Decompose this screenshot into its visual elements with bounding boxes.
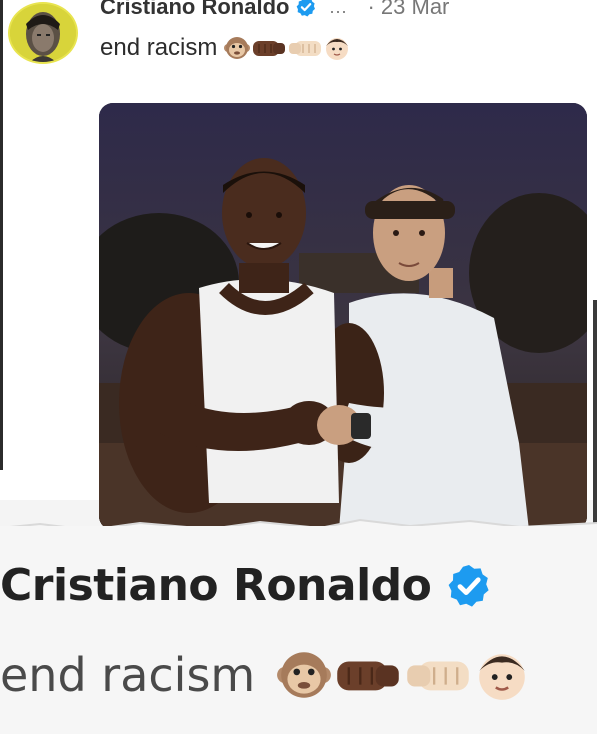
boy-face-icon xyxy=(479,654,526,700)
author-name[interactable]: Cristiano Ronaldo xyxy=(100,0,289,20)
dark-fist-icon xyxy=(337,661,400,691)
dark-fist-icon xyxy=(253,41,286,56)
zoomed-body: end racism xyxy=(0,646,531,704)
emoji-sequence xyxy=(223,34,351,62)
screenshot-edge xyxy=(593,300,597,550)
zoomed-author-name: Cristiano Ronaldo xyxy=(0,560,432,611)
post-text: end racism xyxy=(100,34,218,61)
avatar-portrait-icon xyxy=(10,4,76,62)
thread-line xyxy=(0,0,3,470)
light-fist-icon xyxy=(407,661,470,691)
photo-two-men-fist-bump xyxy=(99,103,587,530)
monkey-face-icon xyxy=(224,37,251,59)
post-photo[interactable] xyxy=(99,103,587,530)
more-options-button[interactable]: ... xyxy=(329,0,347,18)
post-header: Cristiano Ronaldo ... · 23 Mar xyxy=(100,0,449,22)
zoomed-post-text: end racism xyxy=(0,648,256,702)
boy-face-icon xyxy=(326,38,349,60)
page: Cristiano Ronaldo ... · 23 Mar end racis… xyxy=(0,0,597,734)
verified-badge-icon xyxy=(297,0,316,17)
verified-badge-icon xyxy=(448,564,489,607)
avatar[interactable] xyxy=(8,2,78,64)
post-date[interactable]: · 23 Mar xyxy=(367,0,449,20)
post-card: Cristiano Ronaldo ... · 23 Mar end racis… xyxy=(0,0,597,550)
zoomed-emoji-sequence xyxy=(275,646,531,704)
post-body: end racism xyxy=(100,34,351,62)
monkey-face-icon xyxy=(277,652,332,698)
light-fist-icon xyxy=(289,41,322,56)
zoomed-header: Cristiano Ronaldo xyxy=(0,560,493,611)
